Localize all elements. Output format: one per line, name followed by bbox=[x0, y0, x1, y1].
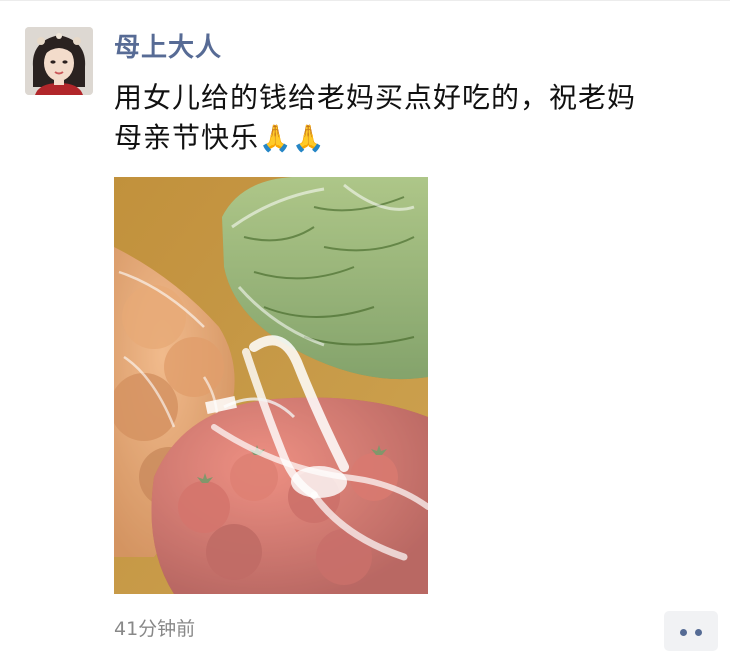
post-text-line-1-text: 用女儿给的钱给老妈买点好吃的，祝老妈 bbox=[114, 81, 637, 114]
post-text-line-2: 母亲节快乐🙏🙏 bbox=[114, 118, 714, 159]
post-author-name[interactable]: 母上大人 bbox=[114, 28, 222, 68]
post-text: 用女儿给的钱给老妈买点好吃的，祝老妈 母亲节快乐🙏🙏 bbox=[114, 78, 714, 159]
top-divider bbox=[0, 0, 730, 1]
avatar[interactable] bbox=[25, 27, 93, 95]
post-text-line-1: 用女儿给的钱给老妈买点好吃的，祝老妈 bbox=[114, 78, 714, 118]
folded-hands-icon: 🙏 bbox=[259, 124, 293, 154]
more-actions-button[interactable] bbox=[664, 611, 718, 651]
groceries-photo bbox=[114, 177, 428, 594]
ellipsis-icon-dot-right bbox=[695, 629, 702, 636]
ellipsis-icon-dot-left bbox=[680, 629, 687, 636]
post-photo[interactable] bbox=[114, 177, 428, 594]
folded-hands-icon: 🙏 bbox=[292, 124, 326, 154]
post-text-line-2-text: 母亲节快乐 bbox=[114, 121, 260, 154]
avatar-image bbox=[25, 27, 93, 95]
